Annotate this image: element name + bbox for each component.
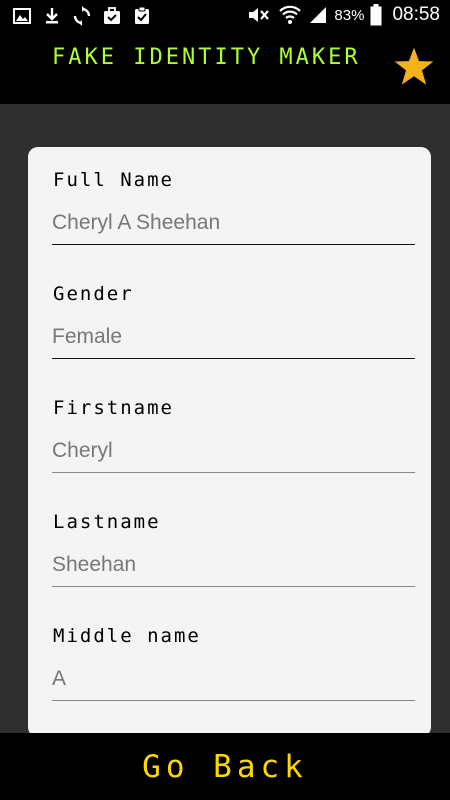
field-value[interactable]: Female (52, 325, 122, 349)
field-underline (52, 472, 415, 473)
app-title: FAKE IDENTITY MAKER (52, 45, 361, 70)
download-icon (46, 8, 58, 24)
field-value[interactable]: Cheryl A Sheehan (52, 211, 220, 235)
field-underline (52, 244, 415, 245)
field-label: Gender (53, 283, 134, 305)
field-label: Full Name (53, 169, 174, 191)
field-value[interactable]: Cheryl (52, 439, 113, 463)
field-value[interactable]: Sheehan (52, 553, 136, 577)
briefcase-check-icon (104, 7, 120, 24)
battery-percent: 83% (334, 6, 365, 24)
identity-card: Full Name Cheryl A Sheehan Gender Female… (28, 147, 431, 737)
clipboard-check-icon (135, 6, 149, 24)
field-underline (52, 358, 415, 359)
field-label: Lastname (53, 511, 161, 533)
status-bar: 83% 08:58 (0, 0, 450, 33)
field-value[interactable]: A (52, 667, 66, 691)
notification-icons (12, 6, 152, 26)
system-indicators: 83% 08:58 (246, 4, 440, 26)
field-label: Firstname (53, 397, 174, 419)
field-underline (52, 586, 415, 587)
clock: 08:58 (392, 4, 440, 25)
field-underline (52, 700, 415, 701)
field-gender: Gender Female (28, 261, 431, 375)
battery-icon (370, 4, 382, 26)
sync-icon (73, 6, 91, 26)
star-icon[interactable] (393, 46, 435, 88)
image-icon (13, 8, 31, 24)
field-full-name: Full Name Cheryl A Sheehan (28, 147, 431, 261)
bottom-bar: Go Back (0, 733, 450, 800)
wifi-icon (279, 5, 302, 24)
field-label: Middle name (53, 625, 201, 647)
field-firstname: Firstname Cheryl (28, 375, 431, 489)
go-back-button[interactable]: Go Back (0, 733, 450, 800)
field-middle-name: Middle name A (28, 603, 431, 717)
mute-icon (249, 8, 270, 22)
app-header: FAKE IDENTITY MAKER (0, 33, 450, 104)
signal-icon (310, 7, 327, 23)
field-lastname: Lastname Sheehan (28, 489, 431, 603)
